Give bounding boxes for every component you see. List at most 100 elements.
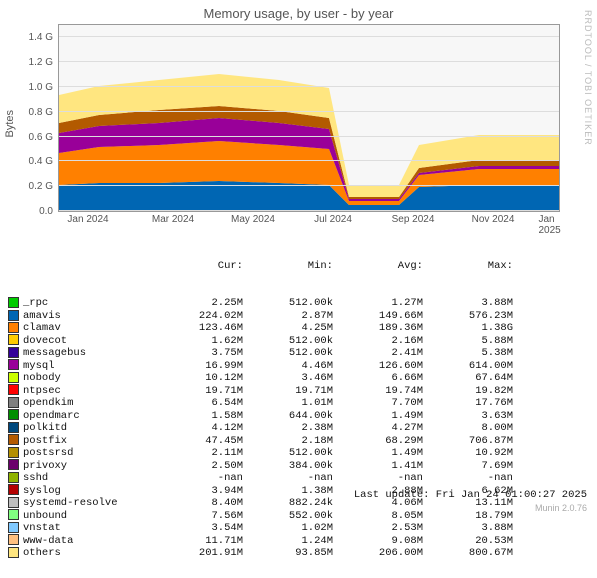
x-tick: Jul 2024 [314,214,352,225]
series-name: syslog [23,485,153,497]
legend-row: others201.91M93.85M206.00M800.67M [8,547,513,559]
chart-title: Memory usage, by user - by year [0,0,597,23]
cur-value: 16.99M [153,360,243,372]
series-name: systemd-resolve [23,497,153,509]
max-value: 1.38G [423,322,513,334]
series-name: privoxy [23,460,153,472]
min-value: 4.46M [243,360,333,372]
cur-value: 8.40M [153,497,243,509]
x-tick: Nov 2024 [472,214,515,225]
y-tick: 1.2 G [13,57,53,68]
rrdtool-watermark: RRDTOOL / TOBI OETIKER [583,10,593,146]
color-swatch [8,484,19,495]
cur-value: 123.46M [153,322,243,334]
avg-value: 7.70M [333,397,423,409]
series-name: sshd [23,472,153,484]
color-swatch [8,359,19,370]
max-value: 7.69M [423,460,513,472]
x-tick: Jan 2025 [539,214,578,236]
avg-value: -nan [333,472,423,484]
color-swatch [8,422,19,433]
color-swatch [8,497,19,508]
cur-value: 11.71M [153,535,243,547]
color-swatch [8,534,19,545]
munin-graph: Memory usage, by user - by year RRDTOOL … [0,0,597,515]
color-swatch [8,397,19,408]
color-swatch [8,434,19,445]
color-swatch [8,522,19,533]
avg-value: 2.53M [333,522,423,534]
legend-row: unbound7.56M552.00k8.05M18.79M [8,509,513,521]
max-value: 800.67M [423,547,513,559]
min-value: 19.71M [243,385,333,397]
min-value: 2.87M [243,310,333,322]
legend-row: postsrsd2.11M512.00k1.49M10.92M [8,447,513,459]
min-value: 512.00k [243,347,333,359]
max-value: 3.88M [423,522,513,534]
min-value: 1.38M [243,485,333,497]
max-value: 67.64M [423,372,513,384]
max-value: -nan [423,472,513,484]
min-value: 882.24k [243,497,333,509]
series-name: amavis [23,310,153,322]
series-name: unbound [23,510,153,522]
min-value: 2.38M [243,422,333,434]
max-value: 19.82M [423,385,513,397]
color-swatch [8,472,19,483]
cur-value: 2.11M [153,447,243,459]
max-value: 576.23M [423,310,513,322]
cur-value: 47.45M [153,435,243,447]
avg-value: 189.36M [333,322,423,334]
avg-value: 126.60M [333,360,423,372]
avg-value: 6.66M [333,372,423,384]
avg-value: 19.74M [333,385,423,397]
avg-value: 1.27M [333,297,423,309]
series-name: mysql [23,360,153,372]
legend-row: clamav123.46M4.25M189.36M1.38G [8,322,513,334]
cur-value: 3.54M [153,522,243,534]
y-tick: 0.2 G [13,181,53,192]
min-value: -nan [243,472,333,484]
avg-value: 2.16M [333,335,423,347]
legend-row: www-data11.71M1.24M9.08M20.53M [8,534,513,546]
cur-value: 1.62M [153,335,243,347]
max-value: 3.63M [423,410,513,422]
series-name: dovecot [23,335,153,347]
legend-row: messagebus3.75M512.00k2.41M5.38M [8,347,513,359]
series-name: messagebus [23,347,153,359]
color-swatch [8,372,19,383]
min-value: 1.01M [243,397,333,409]
max-value: 3.88M [423,297,513,309]
max-value: 8.00M [423,422,513,434]
y-tick: 0.4 G [13,156,53,167]
legend-row: sshd-nan-nan-nan-nan [8,472,513,484]
cur-value: 19.71M [153,385,243,397]
max-value: 5.88M [423,335,513,347]
color-swatch [8,347,19,358]
min-value: 644.00k [243,410,333,422]
cur-value: 10.12M [153,372,243,384]
series-name: postsrsd [23,447,153,459]
max-value: 17.76M [423,397,513,409]
min-value: 512.00k [243,297,333,309]
x-tick: Mar 2024 [152,214,194,225]
min-value: 2.18M [243,435,333,447]
cur-value: 7.56M [153,510,243,522]
max-value: 5.38M [423,347,513,359]
legend-row: ntpsec19.71M19.71M19.74M19.82M [8,384,513,396]
cur-value: 3.75M [153,347,243,359]
avg-value: 68.29M [333,435,423,447]
series-name: nobody [23,372,153,384]
color-swatch [8,459,19,470]
min-value: 552.00k [243,510,333,522]
legend-row: nobody10.12M3.46M6.66M67.64M [8,372,513,384]
series-name: _rpc [23,297,153,309]
y-tick: 0.6 G [13,132,53,143]
color-swatch [8,547,19,558]
series-name: opendkim [23,397,153,409]
min-value: 512.00k [243,447,333,459]
last-update: Last update: Fri Jan 24 01:00:27 2025 [354,489,587,501]
munin-version: Munin 2.0.76 [535,503,587,513]
cur-value: 4.12M [153,422,243,434]
legend-header: Cur:Min:Avg:Max: [8,260,513,272]
